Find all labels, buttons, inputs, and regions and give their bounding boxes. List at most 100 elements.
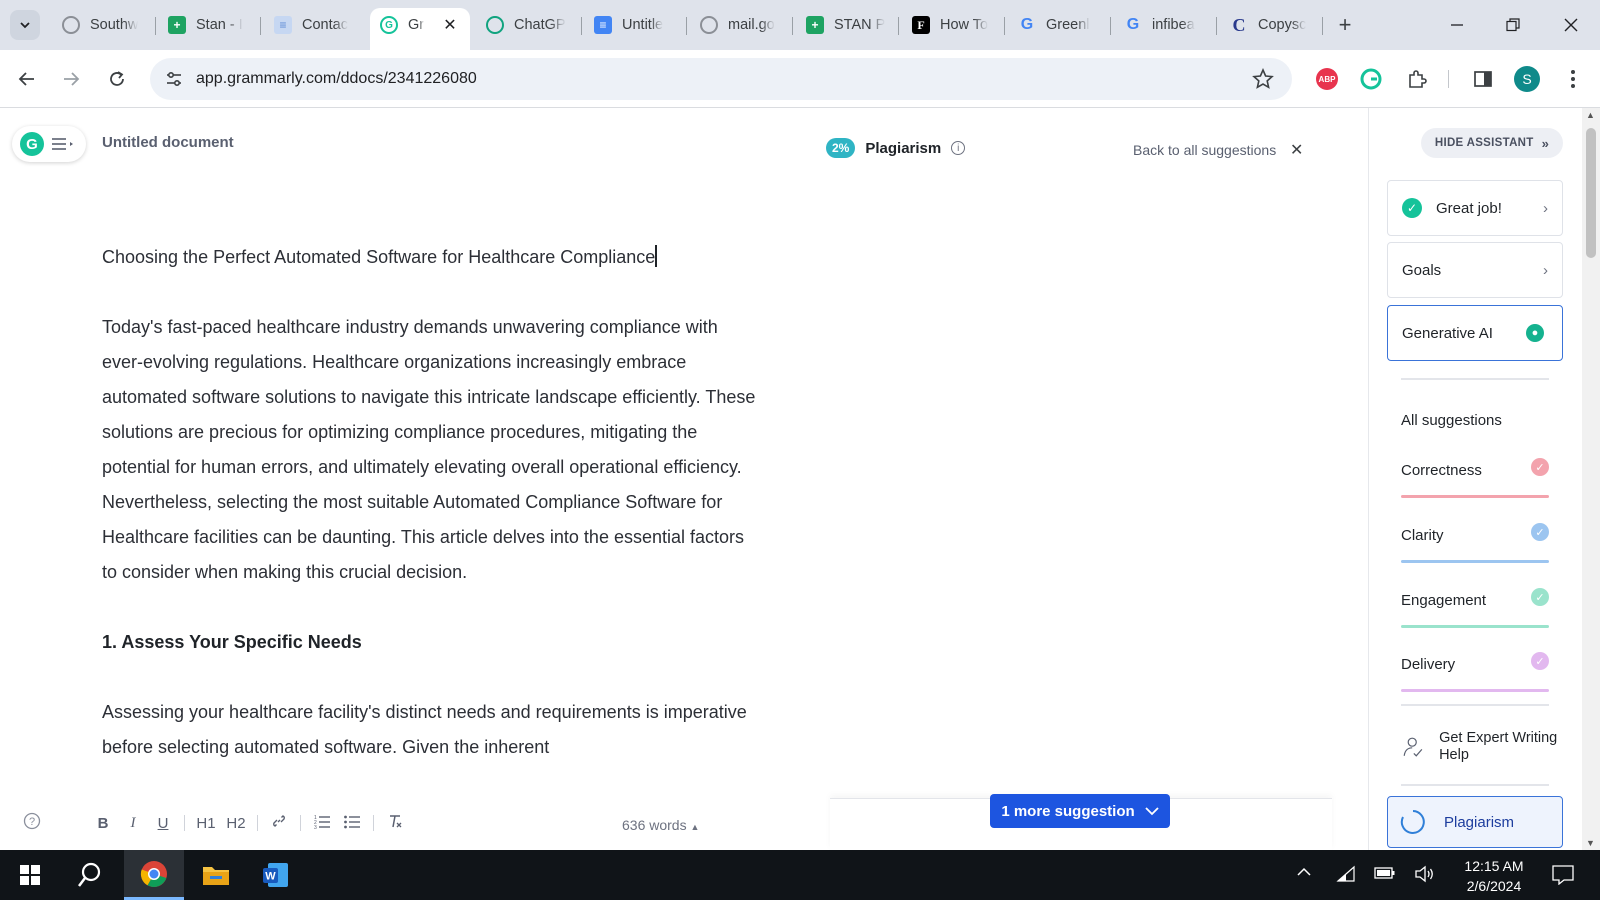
start-button[interactable] (0, 850, 60, 900)
chatgpt-icon (486, 16, 504, 34)
network-icon[interactable] (1336, 865, 1356, 886)
grammarly-extension[interactable] (1356, 64, 1386, 94)
scrollbar-thumb[interactable] (1586, 128, 1596, 258)
show-hidden-icons-button[interactable] (1296, 865, 1312, 882)
back-to-suggestions-link[interactable]: Back to all suggestions (1133, 142, 1276, 158)
notifications-button[interactable] (1552, 865, 1574, 888)
taskbar-word[interactable]: W (246, 850, 306, 900)
minimize-button[interactable] (1434, 8, 1480, 42)
docs-icon: ≡ (594, 16, 612, 34)
close-tab-icon[interactable]: ✕ (440, 15, 460, 35)
tab-search-button[interactable] (10, 10, 40, 40)
browser-tab-strip: Southw + Stan - I ≡ Contac G Gr ✕ ChatGP… (0, 0, 1600, 50)
taskbar-file-explorer[interactable] (186, 850, 246, 900)
clear-formatting-icon[interactable] (380, 813, 410, 833)
menu-button[interactable] (1558, 64, 1588, 94)
document-title[interactable]: Untitled document (102, 134, 234, 151)
more-suggestion-button[interactable]: 1 more suggestion (990, 794, 1170, 828)
help-icon[interactable]: ? (20, 812, 44, 834)
tab-stan-sheet[interactable]: + Stan - I (158, 8, 258, 42)
scroll-up-arrow-icon[interactable]: ▲ (1586, 110, 1595, 120)
svg-text:W: W (265, 871, 276, 883)
extensions-button[interactable] (1402, 64, 1432, 94)
profile-button[interactable]: S (1512, 64, 1542, 94)
document-body[interactable]: Choosing the Perfect Automated Software … (102, 240, 762, 800)
category-correctness[interactable]: Correctness ✓ (1401, 454, 1549, 498)
expert-person-icon (1403, 737, 1423, 757)
tab-stan-p[interactable]: + STAN P (796, 8, 896, 42)
tab-title: Stan - I (196, 17, 243, 33)
tab-infibeam[interactable]: G infibea (1114, 8, 1214, 42)
info-icon[interactable]: i (951, 141, 966, 155)
reload-icon (110, 71, 124, 86)
category-bar (1401, 689, 1549, 692)
check-icon: ✓ (1531, 458, 1549, 476)
heading2-button[interactable]: H2 (221, 815, 251, 832)
all-suggestions-item[interactable]: All suggestions (1401, 412, 1502, 429)
bookmark-star-icon[interactable] (1252, 67, 1274, 95)
category-engagement[interactable]: Engagement ✓ (1401, 584, 1549, 628)
bold-button[interactable]: B (88, 815, 118, 832)
italic-button[interactable]: I (118, 815, 148, 832)
grammarly-menu-button[interactable]: G (12, 126, 86, 162)
expert-writing-help-item[interactable]: Get Expert Writing Help (1401, 730, 1561, 764)
battery-icon[interactable] (1374, 865, 1396, 884)
adblock-extension[interactable]: ABP (1312, 64, 1342, 94)
page-scrollbar[interactable]: ▲ ▼ (1582, 108, 1600, 850)
tab-contact-form[interactable]: ≡ Contac (264, 8, 364, 42)
divider (1401, 378, 1549, 380)
tab-chatgpt[interactable]: ChatGP (476, 8, 576, 42)
category-bar (1401, 495, 1549, 498)
search-button[interactable] (60, 850, 120, 900)
tab-separator (155, 17, 156, 35)
category-clarity[interactable]: Clarity ✓ (1401, 519, 1549, 563)
numbered-list-icon[interactable]: 123 (307, 813, 337, 833)
url-text[interactable]: app.grammarly.com/ddocs/2341226080 (196, 70, 477, 88)
tab-title: Southw (90, 17, 139, 33)
sheets-icon: + (806, 16, 824, 34)
tab-separator (792, 17, 793, 35)
system-clock[interactable]: 12:15 AM 2/6/2024 (1450, 856, 1538, 896)
arrow-right-icon (64, 72, 80, 86)
restore-button[interactable] (1490, 8, 1536, 42)
back-button[interactable] (12, 64, 42, 94)
great-job-card[interactable]: ✓ Great job! › (1387, 180, 1563, 236)
grammarly-icon: G (380, 16, 398, 34)
volume-icon[interactable] (1414, 865, 1436, 886)
svg-text:3: 3 (314, 825, 317, 829)
tab-untitled-doc[interactable]: ≡ Untitle (584, 8, 684, 42)
generative-ai-card[interactable]: Generative AI ● (1387, 305, 1563, 361)
side-panel-button[interactable] (1468, 64, 1498, 94)
taskbar-chrome[interactable] (124, 850, 184, 900)
word-count[interactable]: 636 words ▲ (622, 817, 699, 833)
google-icon: G (1020, 16, 1034, 33)
close-window-button[interactable] (1548, 8, 1594, 42)
site-info-button[interactable] (154, 58, 194, 100)
underline-button[interactable]: U (148, 815, 178, 832)
category-delivery[interactable]: Delivery ✓ (1401, 648, 1549, 692)
tab-mail[interactable]: mail.go (690, 8, 790, 42)
loading-spinner-icon (1400, 810, 1425, 834)
plagiarism-card[interactable]: Plagiarism (1387, 796, 1563, 848)
document-heading: Choosing the Perfect Automated Software … (102, 240, 762, 275)
heading1-button[interactable]: H1 (191, 815, 221, 832)
bulleted-list-icon[interactable] (337, 813, 367, 833)
minimize-icon (1451, 24, 1463, 26)
reload-button[interactable] (102, 64, 132, 94)
new-tab-button[interactable]: + (1330, 10, 1360, 40)
toolbar-divider (257, 815, 258, 831)
forward-button[interactable] (56, 64, 86, 94)
tab-copyscape[interactable]: C Copysc (1220, 8, 1320, 42)
scroll-down-arrow-icon[interactable]: ▼ (1586, 838, 1595, 848)
grammarly-editor: G Untitled document 2% Plagiarism i Back… (0, 108, 1368, 850)
link-icon[interactable] (264, 813, 294, 833)
goals-card[interactable]: Goals › (1387, 242, 1563, 298)
hide-assistant-label: HIDE ASSISTANT (1434, 137, 1534, 149)
toolbar-separator (1448, 70, 1449, 88)
tab-greenl[interactable]: G Greenl (1008, 8, 1108, 42)
tab-southwest[interactable]: Southw (52, 8, 152, 42)
close-icon[interactable]: ✕ (1290, 140, 1303, 160)
tab-forbes[interactable]: F How To (902, 8, 1002, 42)
hide-assistant-button[interactable]: HIDE ASSISTANT » (1421, 128, 1563, 158)
address-bar[interactable]: app.grammarly.com/ddocs/2341226080 (150, 58, 1292, 100)
